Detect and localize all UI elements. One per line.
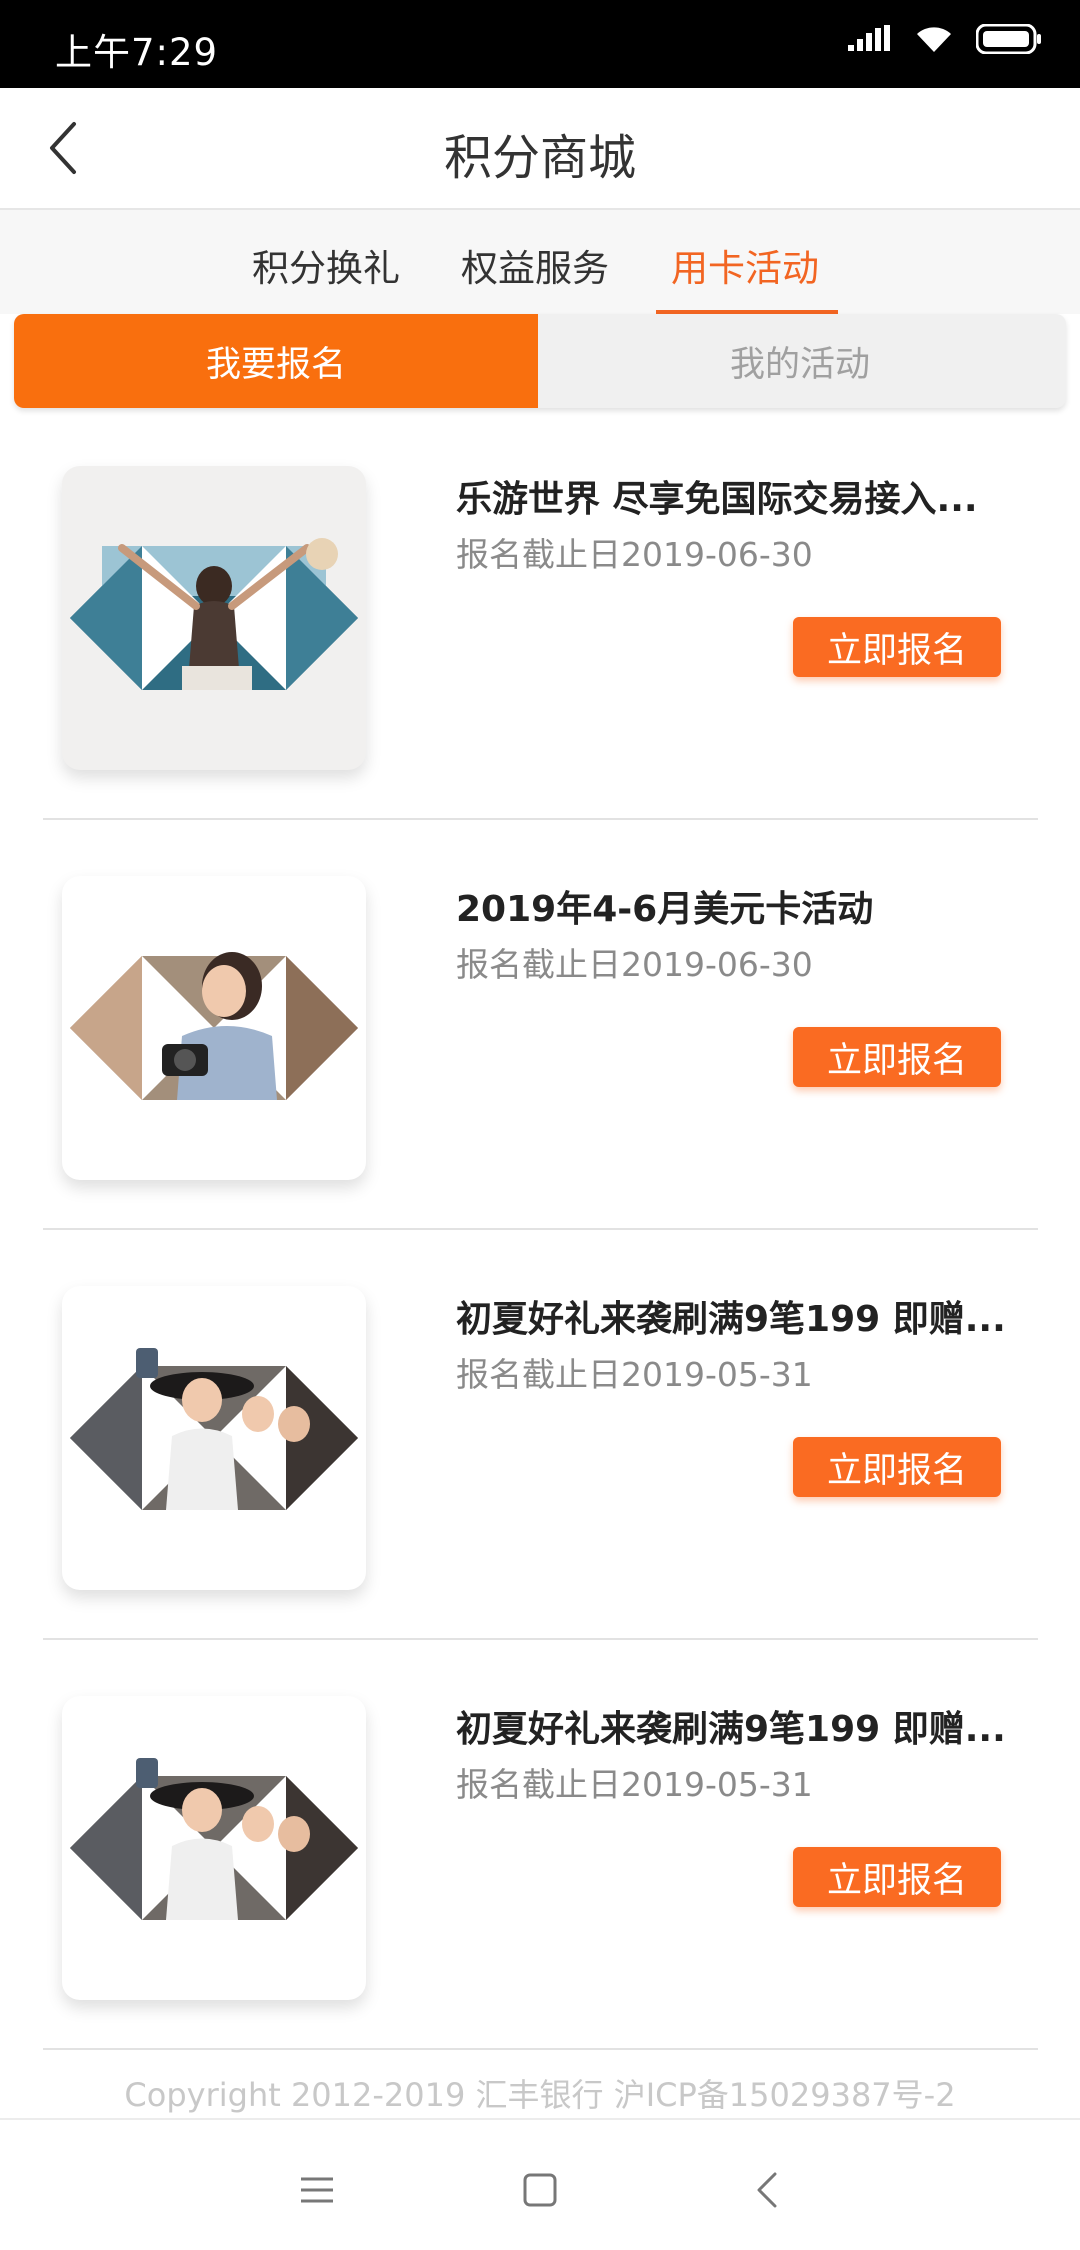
- segment-control: 我要报名 我的活动: [14, 314, 1066, 408]
- copyright-text: Copyright 2012-2019 汇丰银行 沪ICP备15029387号-…: [124, 2076, 956, 2114]
- activity-deadline: 报名截止日2019-06-30: [456, 945, 813, 984]
- wifi-icon: [917, 27, 951, 52]
- segment-my-activities[interactable]: 我的活动: [538, 314, 1062, 408]
- signup-button[interactable]: 立即报名: [793, 1437, 1001, 1497]
- activity-card[interactable]: 初夏好礼来袭刷满9笔199 即赠... 报名截止日2019-05-31 立即报名: [0, 1640, 1080, 2050]
- status-icons: [848, 24, 1042, 54]
- activity-title: 乐游世界 尽享免国际交易接入...: [456, 479, 978, 520]
- signal-icon: [848, 25, 890, 51]
- system-nav-bar: [0, 2118, 1080, 2250]
- activity-thumbnail: [62, 1286, 366, 1590]
- tab-card-activities[interactable]: 用卡活动: [671, 238, 819, 292]
- home-square-icon[interactable]: [510, 2160, 570, 2220]
- activity-card[interactable]: 初夏好礼来袭刷满9笔199 即赠... 报名截止日2019-05-31 立即报名: [0, 1230, 1080, 1640]
- battery-icon: [976, 24, 1041, 54]
- back-icon[interactable]: [738, 2160, 798, 2220]
- title-bar: 积分商城: [0, 88, 1080, 210]
- divider: [43, 2048, 1038, 2050]
- menu-icon[interactable]: [287, 2160, 347, 2220]
- activity-title: 初夏好礼来袭刷满9笔199 即赠...: [456, 1709, 1006, 1750]
- activity-title: 2019年4-6月美元卡活动: [456, 889, 874, 930]
- tab-rights-services[interactable]: 权益服务: [461, 238, 609, 292]
- tab-bar: 积分换礼 权益服务 用卡活动: [0, 210, 1080, 315]
- activity-deadline: 报名截止日2019-05-31: [456, 1355, 813, 1394]
- activity-thumbnail: [62, 876, 366, 1180]
- page-title: 积分商城: [443, 130, 636, 186]
- activity-card[interactable]: 2019年4-6月美元卡活动 报名截止日2019-06-30 立即报名: [0, 820, 1080, 1230]
- tab-points-gifts[interactable]: 积分换礼: [252, 238, 400, 292]
- status-bar: 上午7:29: [0, 0, 1080, 88]
- activity-card[interactable]: 乐游世界 尽享免国际交易接入... 报名截止日2019-06-30 立即报名: [0, 410, 1080, 820]
- signup-button[interactable]: 立即报名: [793, 617, 1001, 677]
- activity-title: 初夏好礼来袭刷满9笔199 即赠...: [456, 1299, 1006, 1340]
- activity-thumbnail: [62, 466, 366, 770]
- activity-thumbnail: [62, 1696, 366, 2000]
- activity-deadline: 报名截止日2019-06-30: [456, 535, 813, 574]
- activity-deadline: 报名截止日2019-05-31: [456, 1765, 813, 1804]
- status-time: 上午7:29: [55, 31, 219, 74]
- signup-button[interactable]: 立即报名: [793, 1027, 1001, 1087]
- segment-signup[interactable]: 我要报名: [14, 314, 538, 408]
- signup-button[interactable]: 立即报名: [793, 1847, 1001, 1907]
